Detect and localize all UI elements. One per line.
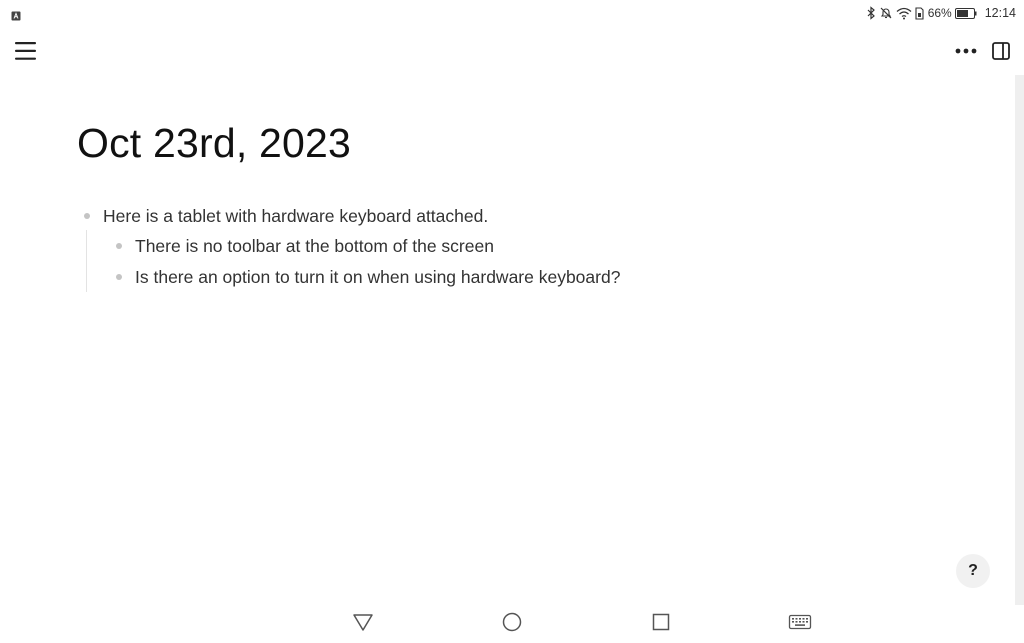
block-bullet[interactable] [116, 274, 122, 280]
back-icon [353, 614, 373, 631]
block-bullet[interactable] [84, 213, 90, 219]
help-button[interactable]: ? [956, 554, 990, 588]
more-icon [955, 48, 977, 54]
block-text[interactable]: There is no toolbar at the bottom of the… [135, 236, 494, 257]
children-thread-line[interactable] [86, 230, 87, 292]
keyboard-button[interactable] [786, 606, 814, 643]
recents-icon [652, 613, 670, 631]
sim-icon [915, 6, 924, 20]
mute-icon [879, 6, 893, 20]
block-bullet[interactable] [116, 243, 122, 249]
home-button[interactable] [499, 606, 525, 643]
sidebar-panel-icon [992, 42, 1010, 60]
block-text[interactable]: Here is a tablet with hardware keyboard … [103, 206, 488, 227]
battery-icon [954, 7, 977, 19]
more-options-button[interactable] [952, 40, 982, 62]
block-text[interactable]: Is there an option to turn it on when us… [135, 267, 620, 288]
bluetooth-icon [866, 6, 876, 20]
keyboard-icon [788, 614, 812, 630]
wifi-icon [896, 7, 912, 20]
menu-icon [15, 42, 36, 60]
menu-button[interactable] [12, 38, 40, 64]
status-bar: 66% 12:14 [0, 0, 1024, 26]
notification-icon [11, 8, 21, 26]
toggle-right-sidebar-button[interactable] [989, 39, 1013, 63]
battery-percent: 66% [927, 6, 952, 20]
scrollbar[interactable] [1015, 75, 1024, 605]
recents-button[interactable] [648, 606, 674, 643]
home-icon [502, 612, 522, 632]
page-title[interactable]: Oct 23rd, 2023 [77, 120, 351, 167]
clock: 12:14 [984, 6, 1016, 20]
back-button[interactable] [350, 606, 376, 643]
